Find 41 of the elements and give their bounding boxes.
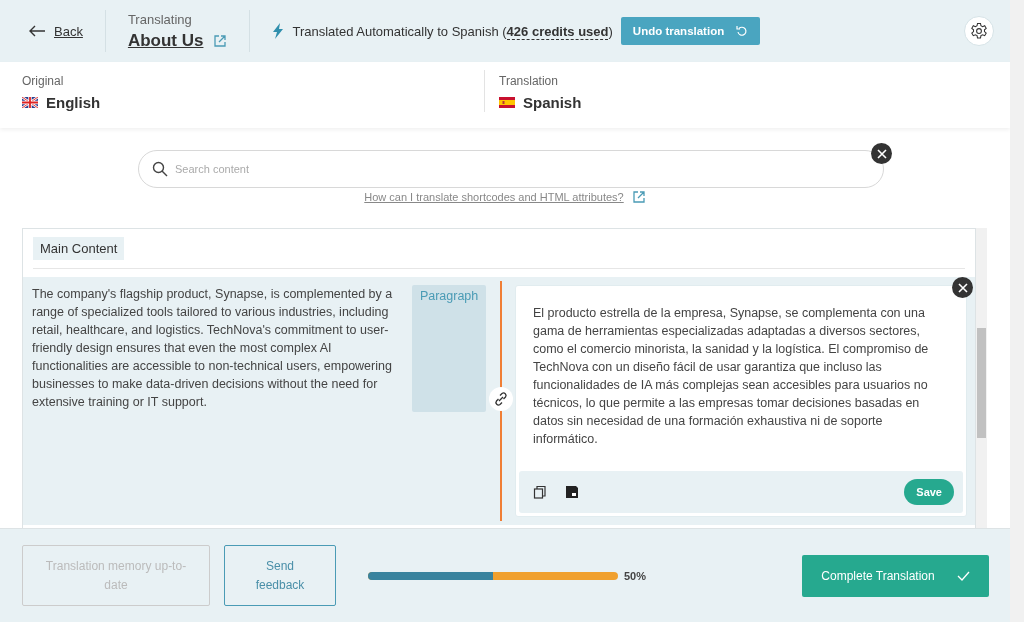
- translation-editor[interactable]: [515, 285, 967, 517]
- language-name: Spanish: [523, 94, 582, 111]
- undo-translation-button[interactable]: Undo translation: [620, 17, 761, 45]
- undo-icon: [736, 25, 749, 37]
- save-button[interactable]: Save: [904, 479, 954, 505]
- external-link-icon[interactable]: [213, 33, 228, 48]
- language-name: English: [46, 94, 101, 111]
- close-icon: [957, 282, 968, 293]
- search-icon: [152, 161, 168, 177]
- help-link[interactable]: How can I translate shortcodes and HTML attributes?: [364, 191, 624, 203]
- section-title: Main Content: [33, 237, 125, 260]
- progress-percent: 50%: [624, 569, 647, 582]
- back-link[interactable]: Back: [28, 23, 83, 39]
- search-field[interactable]: Search content: [138, 150, 884, 188]
- copy-icon: [533, 485, 547, 499]
- settings-icon: [970, 22, 988, 40]
- copy-button[interactable]: [533, 485, 547, 499]
- page-title-link[interactable]: About Us: [127, 30, 204, 51]
- page-scrollbar[interactable]: [1010, 0, 1024, 622]
- language-label: Original: [22, 74, 65, 88]
- close-icon: [876, 148, 887, 159]
- status-text: Translated Automatically to Spanish (426 credits used): [292, 23, 613, 39]
- language-label: Translation: [499, 74, 559, 88]
- scrollbar[interactable]: [976, 228, 987, 528]
- translation-text[interactable]: El producto estrella de la empresa, Synapse, se complementa con una gama de herramientas especializadas adaptadas a diversos sectores, como el comercio minorista, la sanidad y la logística. El compromiso de TechNova con un diseño fácil de usar garantiza que incluso las funcionalidades de IA más complejas sean accesibles para usuarios no técnicos, lo que permite a las empresas tomar decisiones basadas en datos sin necesidad de una formación exhaustiva ni de soporte informático.: [516, 286, 966, 468]
- link-button[interactable]: [489, 387, 513, 411]
- external-link-icon[interactable]: [631, 190, 646, 204]
- checkmark-icon: [956, 570, 970, 581]
- context-label: Translating: [127, 11, 193, 27]
- send-feedback-button[interactable]: Send feedback: [224, 545, 336, 606]
- close-editor-button[interactable]: [952, 277, 973, 298]
- clear-search-button[interactable]: [871, 143, 892, 164]
- lightning-icon: [272, 23, 285, 39]
- block-type-tag: Paragraph: [412, 285, 486, 412]
- source-text: The company's flagship product, Synapse, is complemented by a range of specialized tools tailored to various industries, including retail, healthcare, and logistics. TechNova's commitment to user-friendly design ensures that even the most complex AI functionalities are accessible to non-technical users, empowering businesses to make data-driven decisions without the need for extensive training or IT support.: [32, 286, 394, 411]
- settings-button[interactable]: [964, 16, 994, 46]
- complete-translation-button[interactable]: Complete Translation: [802, 554, 989, 597]
- chain-link-icon: [493, 391, 509, 407]
- flag-icon: [499, 97, 515, 108]
- flag-icon: [22, 97, 38, 108]
- arrow-left-icon: [28, 25, 46, 37]
